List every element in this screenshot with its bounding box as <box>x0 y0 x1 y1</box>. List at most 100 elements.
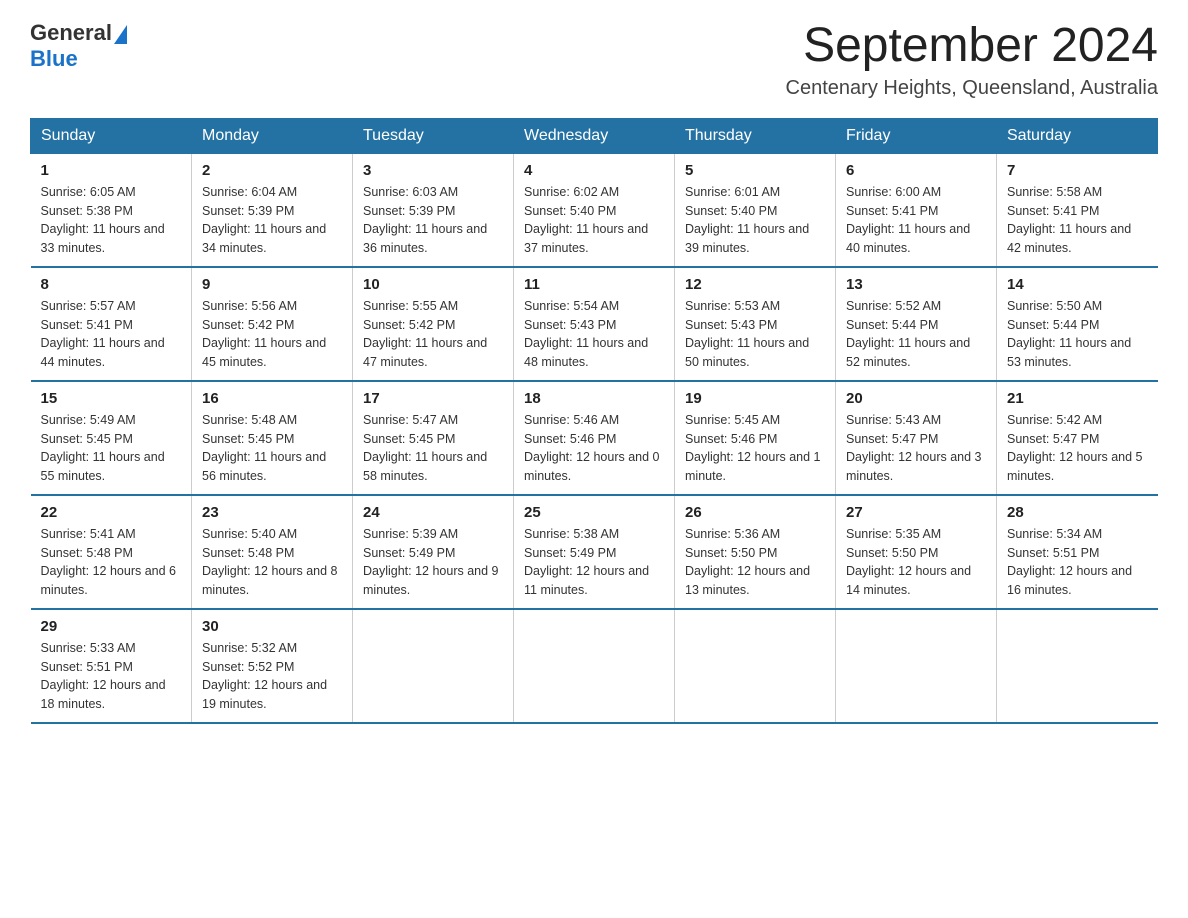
sunrise-label: Sunrise: 5:46 AM <box>524 413 619 427</box>
logo-general-text: General <box>30 20 112 46</box>
day-info: Sunrise: 6:00 AM Sunset: 5:41 PM Dayligh… <box>846 183 986 258</box>
header-friday: Friday <box>836 118 997 153</box>
logo-blue-text: Blue <box>30 46 78 71</box>
day-info: Sunrise: 5:50 AM Sunset: 5:44 PM Dayligh… <box>1007 297 1148 372</box>
sunrise-label: Sunrise: 5:47 AM <box>363 413 458 427</box>
calendar-week-row: 29 Sunrise: 5:33 AM Sunset: 5:51 PM Dayl… <box>31 609 1158 723</box>
calendar-cell: 12 Sunrise: 5:53 AM Sunset: 5:43 PM Dayl… <box>675 267 836 381</box>
calendar-cell: 23 Sunrise: 5:40 AM Sunset: 5:48 PM Dayl… <box>192 495 353 609</box>
sunset-label: Sunset: 5:41 PM <box>846 204 938 218</box>
day-number: 23 <box>202 504 342 521</box>
sunrise-label: Sunrise: 5:38 AM <box>524 527 619 541</box>
sunrise-label: Sunrise: 5:36 AM <box>685 527 780 541</box>
day-info: Sunrise: 6:03 AM Sunset: 5:39 PM Dayligh… <box>363 183 503 258</box>
sunrise-label: Sunrise: 5:35 AM <box>846 527 941 541</box>
sunset-label: Sunset: 5:40 PM <box>685 204 777 218</box>
sunrise-label: Sunrise: 5:32 AM <box>202 641 297 655</box>
calendar-cell: 4 Sunrise: 6:02 AM Sunset: 5:40 PM Dayli… <box>514 153 675 267</box>
day-number: 15 <box>41 390 182 407</box>
day-number: 3 <box>363 162 503 179</box>
day-info: Sunrise: 5:56 AM Sunset: 5:42 PM Dayligh… <box>202 297 342 372</box>
daylight-label: Daylight: 11 hours and 58 minutes. <box>363 450 487 483</box>
day-info: Sunrise: 5:36 AM Sunset: 5:50 PM Dayligh… <box>685 525 825 600</box>
calendar-cell: 11 Sunrise: 5:54 AM Sunset: 5:43 PM Dayl… <box>514 267 675 381</box>
day-number: 14 <box>1007 276 1148 293</box>
day-number: 13 <box>846 276 986 293</box>
calendar-cell: 2 Sunrise: 6:04 AM Sunset: 5:39 PM Dayli… <box>192 153 353 267</box>
sunset-label: Sunset: 5:39 PM <box>363 204 455 218</box>
daylight-label: Daylight: 12 hours and 11 minutes. <box>524 564 649 597</box>
daylight-label: Daylight: 12 hours and 18 minutes. <box>41 678 166 711</box>
day-info: Sunrise: 5:39 AM Sunset: 5:49 PM Dayligh… <box>363 525 503 600</box>
location-subtitle: Centenary Heights, Queensland, Australia <box>786 77 1158 100</box>
day-number: 28 <box>1007 504 1148 521</box>
sunrise-label: Sunrise: 6:04 AM <box>202 185 297 199</box>
sunrise-label: Sunrise: 5:56 AM <box>202 299 297 313</box>
day-info: Sunrise: 5:42 AM Sunset: 5:47 PM Dayligh… <box>1007 411 1148 486</box>
sunrise-label: Sunrise: 5:50 AM <box>1007 299 1102 313</box>
daylight-label: Daylight: 11 hours and 44 minutes. <box>41 336 165 369</box>
day-number: 6 <box>846 162 986 179</box>
day-number: 30 <box>202 618 342 635</box>
title-block: September 2024 Centenary Heights, Queens… <box>786 20 1158 100</box>
calendar-week-row: 15 Sunrise: 5:49 AM Sunset: 5:45 PM Dayl… <box>31 381 1158 495</box>
day-number: 27 <box>846 504 986 521</box>
sunrise-label: Sunrise: 6:00 AM <box>846 185 941 199</box>
calendar-cell: 20 Sunrise: 5:43 AM Sunset: 5:47 PM Dayl… <box>836 381 997 495</box>
sunrise-label: Sunrise: 5:49 AM <box>41 413 136 427</box>
calendar-cell: 17 Sunrise: 5:47 AM Sunset: 5:45 PM Dayl… <box>353 381 514 495</box>
day-info: Sunrise: 5:46 AM Sunset: 5:46 PM Dayligh… <box>524 411 664 486</box>
sunrise-label: Sunrise: 5:58 AM <box>1007 185 1102 199</box>
calendar-cell: 27 Sunrise: 5:35 AM Sunset: 5:50 PM Dayl… <box>836 495 997 609</box>
day-info: Sunrise: 5:45 AM Sunset: 5:46 PM Dayligh… <box>685 411 825 486</box>
daylight-label: Daylight: 12 hours and 19 minutes. <box>202 678 327 711</box>
sunset-label: Sunset: 5:46 PM <box>685 432 777 446</box>
sunrise-label: Sunrise: 5:48 AM <box>202 413 297 427</box>
sunset-label: Sunset: 5:45 PM <box>202 432 294 446</box>
sunset-label: Sunset: 5:39 PM <box>202 204 294 218</box>
calendar-cell: 30 Sunrise: 5:32 AM Sunset: 5:52 PM Dayl… <box>192 609 353 723</box>
sunset-label: Sunset: 5:47 PM <box>846 432 938 446</box>
calendar-week-row: 22 Sunrise: 5:41 AM Sunset: 5:48 PM Dayl… <box>31 495 1158 609</box>
sunset-label: Sunset: 5:43 PM <box>524 318 616 332</box>
day-info: Sunrise: 6:04 AM Sunset: 5:39 PM Dayligh… <box>202 183 342 258</box>
day-number: 5 <box>685 162 825 179</box>
sunset-label: Sunset: 5:42 PM <box>202 318 294 332</box>
sunset-label: Sunset: 5:41 PM <box>1007 204 1099 218</box>
day-info: Sunrise: 5:43 AM Sunset: 5:47 PM Dayligh… <box>846 411 986 486</box>
day-info: Sunrise: 5:58 AM Sunset: 5:41 PM Dayligh… <box>1007 183 1148 258</box>
calendar-week-row: 1 Sunrise: 6:05 AM Sunset: 5:38 PM Dayli… <box>31 153 1158 267</box>
sunrise-label: Sunrise: 5:57 AM <box>41 299 136 313</box>
day-info: Sunrise: 5:48 AM Sunset: 5:45 PM Dayligh… <box>202 411 342 486</box>
day-number: 20 <box>846 390 986 407</box>
calendar-cell: 15 Sunrise: 5:49 AM Sunset: 5:45 PM Dayl… <box>31 381 192 495</box>
daylight-label: Daylight: 11 hours and 40 minutes. <box>846 222 970 255</box>
sunrise-label: Sunrise: 5:54 AM <box>524 299 619 313</box>
daylight-label: Daylight: 12 hours and 8 minutes. <box>202 564 338 597</box>
day-info: Sunrise: 5:41 AM Sunset: 5:48 PM Dayligh… <box>41 525 182 600</box>
sunset-label: Sunset: 5:44 PM <box>1007 318 1099 332</box>
sunset-label: Sunset: 5:49 PM <box>524 546 616 560</box>
day-number: 25 <box>524 504 664 521</box>
calendar-cell: 9 Sunrise: 5:56 AM Sunset: 5:42 PM Dayli… <box>192 267 353 381</box>
sunset-label: Sunset: 5:51 PM <box>41 660 133 674</box>
day-number: 4 <box>524 162 664 179</box>
calendar-cell: 19 Sunrise: 5:45 AM Sunset: 5:46 PM Dayl… <box>675 381 836 495</box>
sunset-label: Sunset: 5:46 PM <box>524 432 616 446</box>
daylight-label: Daylight: 11 hours and 55 minutes. <box>41 450 165 483</box>
sunrise-label: Sunrise: 5:41 AM <box>41 527 136 541</box>
sunset-label: Sunset: 5:40 PM <box>524 204 616 218</box>
daylight-label: Daylight: 11 hours and 47 minutes. <box>363 336 487 369</box>
header-sunday: Sunday <box>31 118 192 153</box>
calendar-cell <box>514 609 675 723</box>
header-tuesday: Tuesday <box>353 118 514 153</box>
day-number: 18 <box>524 390 664 407</box>
day-number: 26 <box>685 504 825 521</box>
calendar-cell <box>997 609 1158 723</box>
sunset-label: Sunset: 5:44 PM <box>846 318 938 332</box>
sunrise-label: Sunrise: 5:33 AM <box>41 641 136 655</box>
calendar-cell: 26 Sunrise: 5:36 AM Sunset: 5:50 PM Dayl… <box>675 495 836 609</box>
calendar-cell: 5 Sunrise: 6:01 AM Sunset: 5:40 PM Dayli… <box>675 153 836 267</box>
month-title: September 2024 <box>786 20 1158 73</box>
sunrise-label: Sunrise: 5:42 AM <box>1007 413 1102 427</box>
